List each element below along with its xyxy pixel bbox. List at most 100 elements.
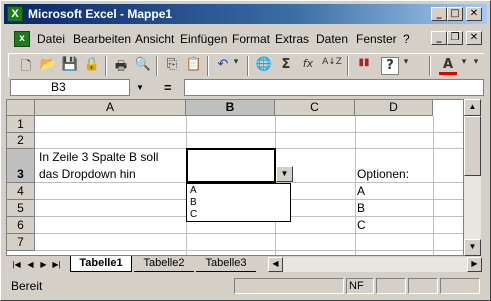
doc-close-button[interactable]: ✕ bbox=[466, 31, 482, 45]
vertical-scrollbar[interactable]: ▲ ▼ bbox=[464, 99, 481, 256]
column-header-d[interactable]: D bbox=[355, 100, 433, 116]
dropdown-option-b[interactable]: B bbox=[190, 197, 197, 208]
gridline bbox=[35, 250, 463, 251]
excel-app-icon[interactable]: X bbox=[7, 6, 23, 22]
print-preview-icon[interactable]: 🔍 bbox=[134, 57, 152, 75]
toolbar-options-icon[interactable]: ▾ bbox=[471, 57, 481, 75]
cell-a3-line2[interactable]: das Dropdown hin bbox=[39, 167, 136, 181]
title-bar[interactable]: X Microsoft Excel - Mappe1 _ □ ✕ bbox=[4, 4, 487, 24]
scroll-left-icon[interactable]: ◀ bbox=[268, 257, 283, 272]
open-icon[interactable]: 📂 bbox=[39, 57, 57, 75]
column-header-b[interactable]: B bbox=[186, 100, 275, 116]
excel-window: X Microsoft Excel - Mappe1 _ □ ✕ x Datei… bbox=[0, 0, 491, 301]
sort-icon[interactable]: A↓Z bbox=[321, 57, 343, 75]
gridline bbox=[35, 233, 463, 234]
last-sheet-icon[interactable]: ▶| bbox=[50, 258, 63, 271]
row-header-5[interactable]: 5 bbox=[7, 200, 35, 217]
hyperlink-icon[interactable]: 🌐 bbox=[255, 57, 273, 75]
name-box[interactable]: B3 bbox=[10, 79, 130, 96]
menu-daten[interactable]: Daten bbox=[316, 32, 348, 46]
toolbar-separator bbox=[207, 56, 209, 76]
standard-toolbar: 🗋 📂 💾 🔒 🖶 🔍 ⎘ 📋 ↶ ▾ 🌐 Σ fx A↓Z ▮▮ ? ▾ A … bbox=[8, 53, 484, 77]
menu-ansicht[interactable]: Ansicht bbox=[135, 32, 174, 46]
name-box-dropdown-icon[interactable]: ▼ bbox=[133, 79, 147, 96]
new-icon[interactable]: 🗋 bbox=[17, 57, 35, 75]
menu-help[interactable]: ? bbox=[403, 32, 410, 46]
gridline bbox=[355, 116, 356, 255]
permission-icon[interactable]: 🔒 bbox=[83, 57, 101, 75]
first-sheet-icon[interactable]: |◀ bbox=[10, 258, 23, 271]
menu-datei[interactable]: Datei bbox=[37, 32, 65, 46]
tab-tabelle1[interactable]: Tabelle1 bbox=[70, 256, 132, 272]
row-header-4[interactable]: 4 bbox=[7, 183, 35, 200]
row-header-7[interactable]: 7 bbox=[7, 234, 35, 251]
undo-dropdown-icon[interactable]: ▾ bbox=[231, 57, 241, 75]
menu-extras[interactable]: Extras bbox=[275, 32, 309, 46]
row-header-1[interactable]: 1 bbox=[7, 116, 35, 133]
help-dropdown-icon[interactable]: ▾ bbox=[401, 57, 411, 75]
menu-format[interactable]: Format bbox=[232, 32, 270, 46]
active-cell-b3[interactable] bbox=[186, 148, 276, 183]
paste-icon[interactable]: 📋 bbox=[185, 57, 203, 75]
doc-restore-button[interactable]: ❐ bbox=[447, 31, 463, 45]
toolbar-separator bbox=[429, 56, 431, 76]
dropdown-list[interactable]: A B C bbox=[186, 183, 291, 222]
horizontal-scrollbar[interactable]: ◀ ▶ bbox=[268, 257, 482, 272]
print-icon[interactable]: 🖶 bbox=[112, 57, 130, 75]
row-header-6[interactable]: 6 bbox=[7, 217, 35, 234]
dropdown-arrow-icon[interactable]: ▼ bbox=[276, 166, 293, 182]
toolbar-separator bbox=[247, 56, 249, 76]
dropdown-option-a[interactable]: A bbox=[190, 185, 197, 196]
copy-icon[interactable]: ⎘ bbox=[163, 57, 181, 75]
font-color-dropdown-icon[interactable]: ▾ bbox=[459, 57, 469, 75]
next-sheet-icon[interactable]: ▶ bbox=[37, 258, 50, 271]
column-header-c[interactable]: C bbox=[275, 100, 355, 116]
status-bar: Bereit NF bbox=[4, 276, 487, 296]
menu-einfuegen[interactable]: Einfügen bbox=[180, 32, 227, 46]
cell-d6[interactable]: C bbox=[357, 218, 366, 232]
cell-d5[interactable]: B bbox=[357, 201, 365, 215]
maximize-button[interactable]: □ bbox=[447, 7, 463, 21]
undo-icon[interactable]: ↶ bbox=[214, 57, 232, 75]
autosum-icon[interactable]: Σ bbox=[277, 57, 295, 75]
status-panel bbox=[234, 278, 344, 294]
row-header-3[interactable]: 3 bbox=[7, 149, 35, 183]
window-title: Microsoft Excel - Mappe1 bbox=[28, 7, 173, 21]
cell-a3-line1[interactable]: In Zeile 3 Spalte B soll bbox=[39, 150, 158, 164]
prev-sheet-icon[interactable]: ◀ bbox=[24, 258, 37, 271]
minimize-button[interactable]: _ bbox=[431, 7, 447, 21]
vertical-scroll-thumb[interactable] bbox=[464, 116, 481, 176]
menu-fenster[interactable]: Fenster bbox=[356, 32, 397, 46]
function-icon[interactable]: fx bbox=[299, 57, 317, 75]
close-button[interactable]: ✕ bbox=[466, 7, 482, 21]
cell-d3[interactable]: Optionen: bbox=[357, 167, 409, 181]
tab-tabelle2[interactable]: Tabelle2 bbox=[134, 256, 194, 272]
font-color-icon[interactable]: A bbox=[439, 57, 457, 75]
num-lock-indicator: NF bbox=[346, 278, 374, 294]
select-all-button[interactable] bbox=[7, 100, 35, 116]
formula-input[interactable] bbox=[184, 79, 484, 96]
gridline bbox=[433, 116, 434, 255]
toolbar-separator bbox=[156, 56, 158, 76]
status-panel bbox=[440, 278, 480, 294]
toolbar-separator bbox=[347, 56, 349, 76]
row-header-2[interactable]: 2 bbox=[7, 133, 35, 149]
status-panel bbox=[408, 278, 438, 294]
scroll-right-icon[interactable]: ▶ bbox=[467, 257, 482, 272]
column-header-a[interactable]: A bbox=[35, 100, 186, 116]
workbook-icon[interactable]: x bbox=[14, 31, 30, 47]
save-icon[interactable]: 💾 bbox=[61, 57, 79, 75]
cell-d4[interactable]: A bbox=[357, 184, 365, 198]
menu-bearbeiten[interactable]: Bearbeiten bbox=[73, 32, 131, 46]
help-icon[interactable]: ? bbox=[381, 57, 399, 75]
tab-tabelle3[interactable]: Tabelle3 bbox=[196, 256, 256, 272]
toolbar-separator bbox=[105, 56, 107, 76]
dropdown-option-c[interactable]: C bbox=[190, 209, 197, 220]
formula-bar: B3 ▼ = bbox=[6, 78, 486, 98]
scroll-up-icon[interactable]: ▲ bbox=[464, 99, 481, 116]
scroll-down-icon[interactable]: ▼ bbox=[464, 239, 481, 256]
worksheet-grid[interactable]: A B C D 1 2 3 4 5 6 7 In Zeile 3 Spalte … bbox=[6, 99, 464, 256]
formula-equals-label: = bbox=[164, 80, 172, 95]
doc-minimize-button[interactable]: _ bbox=[431, 31, 447, 45]
chart-icon[interactable]: ▮▮ bbox=[355, 57, 373, 75]
